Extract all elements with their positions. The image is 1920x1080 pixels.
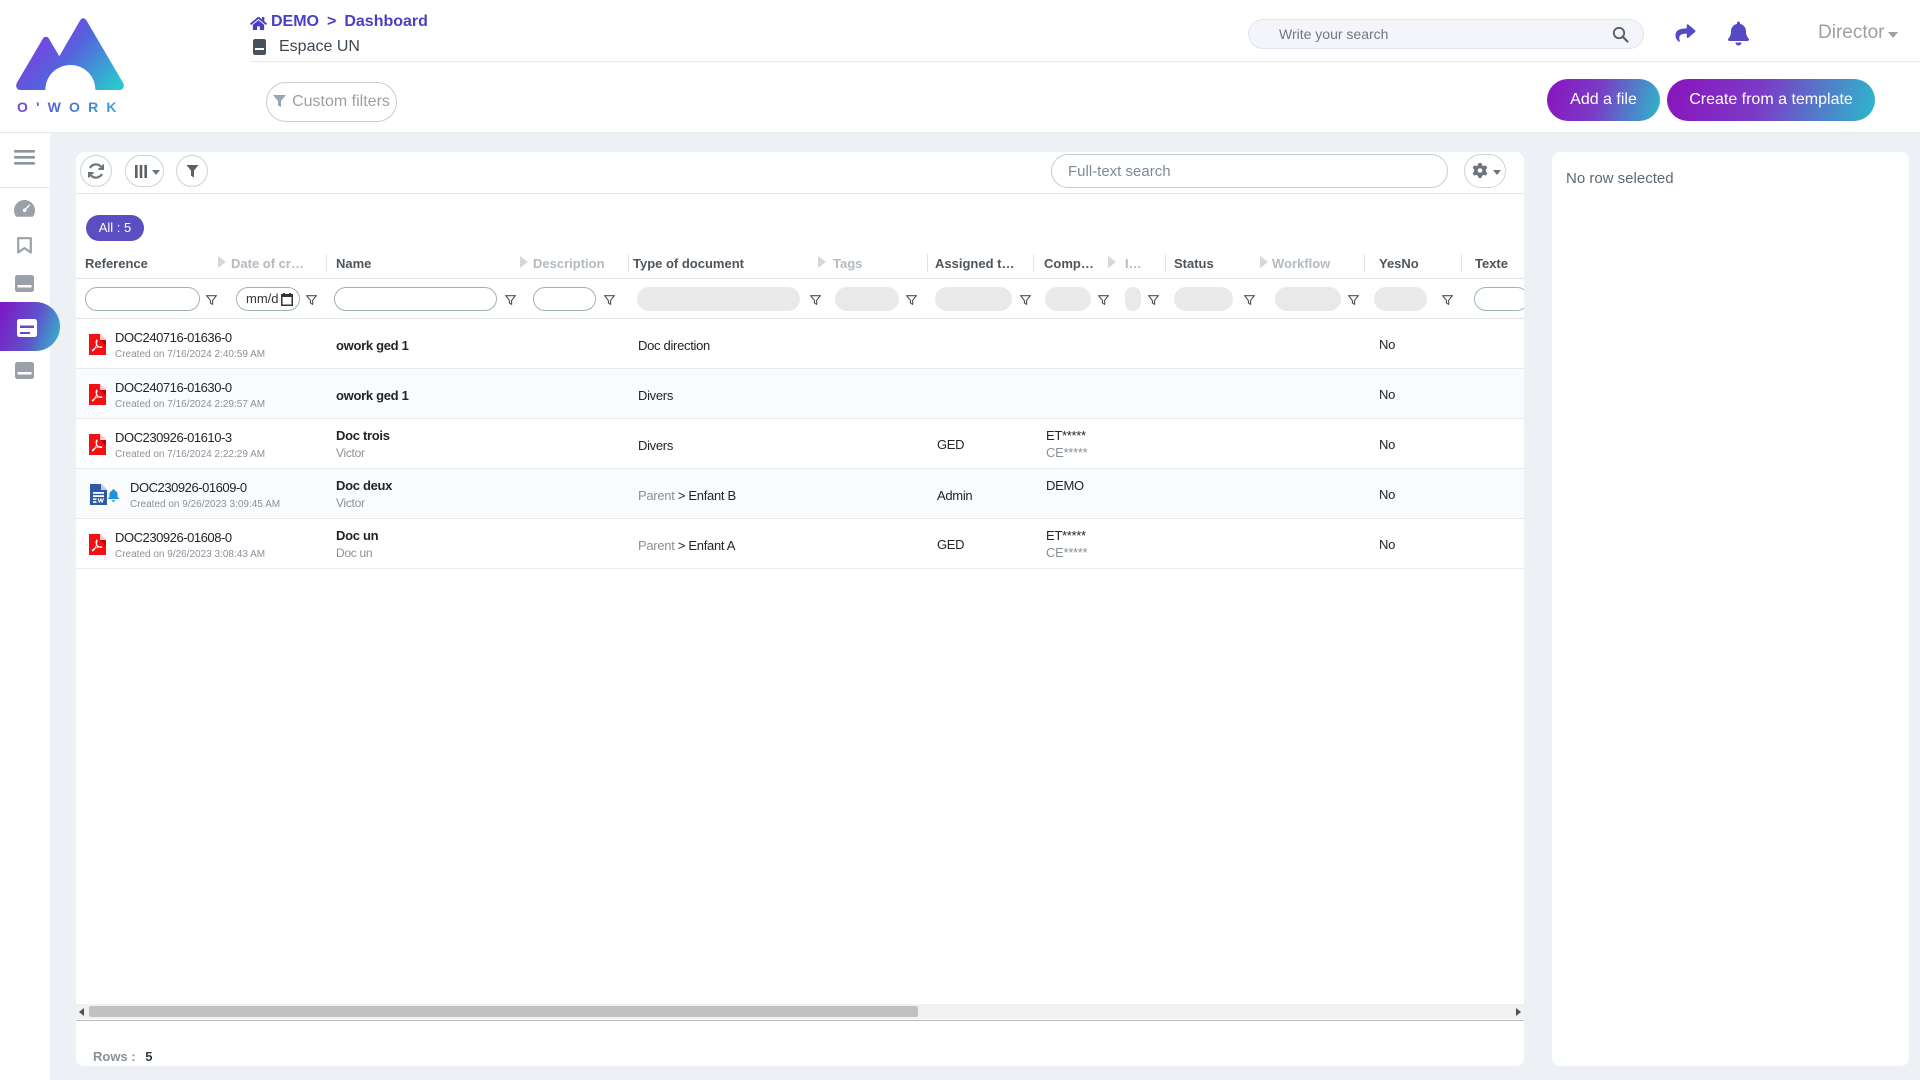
svg-text:O'WORK: O'WORK — [17, 99, 125, 115]
